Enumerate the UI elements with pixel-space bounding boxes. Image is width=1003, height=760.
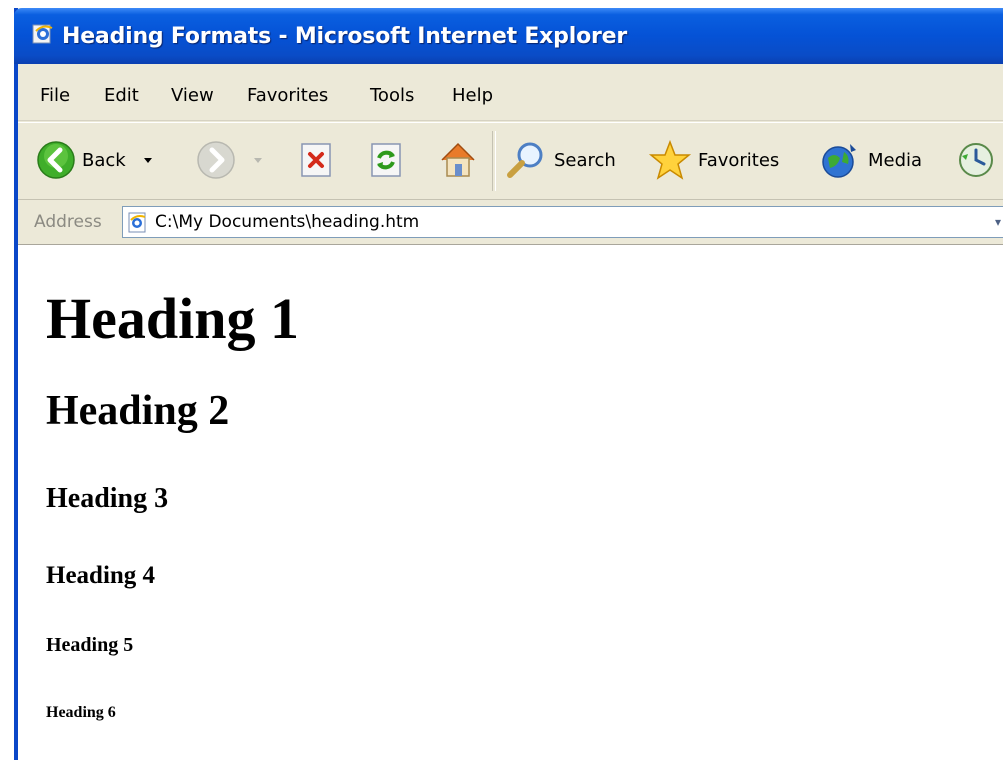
menu-file[interactable]: File: [40, 85, 70, 106]
history-icon: [959, 143, 993, 177]
menu-help[interactable]: Help: [452, 85, 493, 106]
refresh-button[interactable]: [368, 133, 404, 187]
address-input[interactable]: C:\My Documents\heading.htm ▾: [122, 206, 1003, 238]
search-label: Search: [554, 149, 616, 171]
heading-6: Heading 6: [46, 704, 116, 721]
stop-button[interactable]: [298, 133, 334, 187]
standard-toolbar: Back Search Favorites Media: [18, 122, 1003, 200]
heading-5: Heading 5: [46, 634, 134, 656]
menu-edit[interactable]: Edit: [104, 85, 139, 106]
refresh-icon: [371, 143, 401, 177]
page-content: Heading 1 Heading 2 Heading 3 Heading 4 …: [18, 245, 1003, 760]
media-globe-icon: [822, 144, 856, 178]
forward-arrow-icon: [197, 141, 235, 179]
media-label: Media: [868, 149, 923, 171]
history-button[interactable]: [954, 133, 998, 187]
stop-icon: [301, 143, 331, 177]
favorites-star-icon: [648, 139, 692, 180]
chevron-down-icon[interactable]: [248, 150, 268, 170]
ie-logo-icon: [32, 24, 53, 44]
home-icon: [441, 142, 475, 177]
menu-bar: File Edit View Favorites Tools Help: [18, 70, 1003, 121]
heading-2: Heading 2: [46, 388, 230, 434]
back-button[interactable]: Back: [36, 133, 158, 187]
menu-favorites[interactable]: Favorites: [247, 85, 328, 106]
heading-1: Heading 1: [46, 286, 299, 351]
title-bar[interactable]: Heading Formats - Microsoft Internet Exp…: [14, 8, 1003, 64]
page-icon: [128, 212, 146, 233]
menu-view[interactable]: View: [171, 85, 214, 106]
favorites-button[interactable]: Favorites: [648, 133, 779, 187]
chevron-down-icon[interactable]: ▾: [995, 207, 1003, 237]
forward-button[interactable]: [196, 133, 268, 187]
heading-4: Heading 4: [46, 562, 156, 589]
favorites-label: Favorites: [698, 149, 780, 171]
address-label: Address: [34, 212, 102, 232]
browser-window: Heading Formats - Microsoft Internet Exp…: [14, 8, 1003, 760]
heading-3: Heading 3: [46, 483, 169, 514]
toolbar-separator: [492, 131, 496, 191]
search-icon: [507, 142, 543, 178]
window-title: Heading Formats - Microsoft Internet Exp…: [62, 24, 627, 49]
back-label: Back: [82, 149, 126, 171]
address-bar: Address C:\My Documents\heading.htm ▾: [18, 200, 1003, 245]
menu-tools[interactable]: Tools: [370, 85, 414, 106]
home-button[interactable]: [436, 133, 480, 187]
back-arrow-icon: [37, 141, 75, 179]
search-button[interactable]: Search: [504, 133, 616, 187]
address-value: C:\My Documents\heading.htm: [155, 212, 420, 232]
chevron-down-icon[interactable]: [138, 150, 158, 170]
media-button[interactable]: Media: [818, 133, 922, 187]
